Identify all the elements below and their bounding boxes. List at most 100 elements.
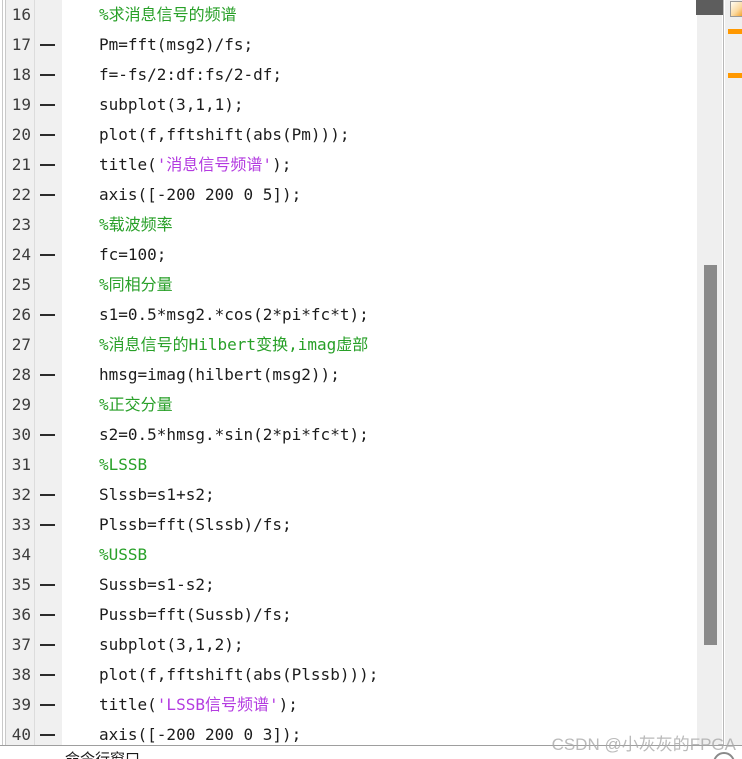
execution-dash[interactable] bbox=[40, 584, 55, 586]
breakpoint-column[interactable] bbox=[34, 180, 62, 210]
breakpoint-column[interactable] bbox=[34, 270, 62, 300]
breakpoint-column[interactable] bbox=[34, 120, 62, 150]
code-text[interactable]: plot(f,fftshift(abs(Plssb))); bbox=[62, 660, 697, 690]
code-text[interactable]: %LSSB bbox=[62, 450, 697, 480]
code-line[interactable]: 31 %LSSB bbox=[6, 450, 697, 480]
message-indicator-box[interactable] bbox=[730, 1, 742, 17]
code-line[interactable]: 21 title('消息信号频谱'); bbox=[6, 150, 697, 180]
code-line[interactable]: 20 plot(f,fftshift(abs(Pm))); bbox=[6, 120, 697, 150]
breakpoint-column[interactable] bbox=[34, 450, 62, 480]
code-line[interactable]: 37 subplot(3,1,2); bbox=[6, 630, 697, 660]
code-line[interactable]: 36 Pussb=fft(Sussb)/fs; bbox=[6, 600, 697, 630]
code-text[interactable]: Plssb=fft(Slssb)/fs; bbox=[62, 510, 697, 540]
code-line[interactable]: 33 Plssb=fft(Slssb)/fs; bbox=[6, 510, 697, 540]
code-text[interactable]: s1=0.5*msg2.*cos(2*pi*fc*t); bbox=[62, 300, 697, 330]
message-indicator-column[interactable] bbox=[725, 0, 742, 745]
code-text[interactable]: %同相分量 bbox=[62, 270, 697, 300]
code-line[interactable]: 34 %USSB bbox=[6, 540, 697, 570]
code-line[interactable]: 40 axis([-200 200 0 3]); bbox=[6, 720, 697, 746]
breakpoint-column[interactable] bbox=[34, 390, 62, 420]
execution-dash[interactable] bbox=[40, 164, 55, 166]
warning-marker[interactable] bbox=[728, 73, 742, 78]
warning-marker[interactable] bbox=[728, 29, 742, 34]
code-text[interactable]: subplot(3,1,1); bbox=[62, 90, 697, 120]
code-line[interactable]: 24 fc=100; bbox=[6, 240, 697, 270]
execution-dash[interactable] bbox=[40, 44, 55, 46]
breakpoint-column[interactable] bbox=[34, 510, 62, 540]
code-text[interactable]: s2=0.5*hmsg.*sin(2*pi*fc*t); bbox=[62, 420, 697, 450]
code-line[interactable]: 32 Slssb=s1+s2; bbox=[6, 480, 697, 510]
code-line[interactable]: 28 hmsg=imag(hilbert(msg2)); bbox=[6, 360, 697, 390]
vertical-scrollbar-thumb[interactable] bbox=[704, 265, 717, 645]
breakpoint-column[interactable] bbox=[34, 240, 62, 270]
code-text[interactable]: %载波频率 bbox=[62, 210, 697, 240]
execution-dash[interactable] bbox=[40, 314, 55, 316]
code-text[interactable]: %USSB bbox=[62, 540, 697, 570]
breakpoint-column[interactable] bbox=[34, 30, 62, 60]
breakpoint-column[interactable] bbox=[34, 360, 62, 390]
code-text[interactable]: title('消息信号频谱'); bbox=[62, 150, 697, 180]
execution-dash[interactable] bbox=[40, 74, 55, 76]
command-window-titlebar[interactable]: 命令行窗口 bbox=[0, 745, 742, 759]
code-text[interactable]: axis([-200 200 0 5]); bbox=[62, 180, 697, 210]
code-line[interactable]: 17 Pm=fft(msg2)/fs; bbox=[6, 30, 697, 60]
breakpoint-column[interactable] bbox=[34, 660, 62, 690]
execution-dash[interactable] bbox=[40, 134, 55, 136]
code-text[interactable]: subplot(3,1,2); bbox=[62, 630, 697, 660]
code-text[interactable]: Pm=fft(msg2)/fs; bbox=[62, 30, 697, 60]
execution-dash[interactable] bbox=[40, 644, 55, 646]
code-text[interactable]: %求消息信号的频谱 bbox=[62, 0, 697, 30]
code-text[interactable]: Slssb=s1+s2; bbox=[62, 480, 697, 510]
breakpoint-column[interactable] bbox=[34, 150, 62, 180]
code-text[interactable]: %消息信号的Hilbert变换,imag虚部 bbox=[62, 330, 697, 360]
breakpoint-column[interactable] bbox=[34, 300, 62, 330]
code-line[interactable]: 38 plot(f,fftshift(abs(Plssb))); bbox=[6, 660, 697, 690]
code-text[interactable]: plot(f,fftshift(abs(Pm))); bbox=[62, 120, 697, 150]
execution-dash[interactable] bbox=[40, 674, 55, 676]
code-text[interactable]: %正交分量 bbox=[62, 390, 697, 420]
execution-dash[interactable] bbox=[40, 494, 55, 496]
execution-dash[interactable] bbox=[40, 734, 55, 736]
execution-dash[interactable] bbox=[40, 614, 55, 616]
breakpoint-column[interactable] bbox=[34, 0, 62, 30]
execution-dash[interactable] bbox=[40, 434, 55, 436]
code-line[interactable]: 19 subplot(3,1,1); bbox=[6, 90, 697, 120]
breakpoint-column[interactable] bbox=[34, 540, 62, 570]
breakpoint-column[interactable] bbox=[34, 90, 62, 120]
code-line[interactable]: 22 axis([-200 200 0 5]); bbox=[6, 180, 697, 210]
code-line[interactable]: 29 %正交分量 bbox=[6, 390, 697, 420]
breakpoint-column[interactable] bbox=[34, 420, 62, 450]
code-text[interactable]: Sussb=s1-s2; bbox=[62, 570, 697, 600]
execution-dash[interactable] bbox=[40, 524, 55, 526]
breakpoint-column[interactable] bbox=[34, 630, 62, 660]
breakpoint-column[interactable] bbox=[34, 210, 62, 240]
code-text[interactable]: fc=100; bbox=[62, 240, 697, 270]
code-line[interactable]: 25 %同相分量 bbox=[6, 270, 697, 300]
breakpoint-column[interactable] bbox=[34, 720, 62, 746]
code-text[interactable]: hmsg=imag(hilbert(msg2)); bbox=[62, 360, 697, 390]
code-text[interactable]: Pussb=fft(Sussb)/fs; bbox=[62, 600, 697, 630]
breakpoint-column[interactable] bbox=[34, 570, 62, 600]
code-text[interactable]: f=-fs/2:df:fs/2-df; bbox=[62, 60, 697, 90]
code-text[interactable]: axis([-200 200 0 3]); bbox=[62, 720, 697, 746]
code-line[interactable]: 30 s2=0.5*hmsg.*sin(2*pi*fc*t); bbox=[6, 420, 697, 450]
code-text[interactable]: title('LSSB信号频谱'); bbox=[62, 690, 697, 720]
code-lines[interactable]: 16 %求消息信号的频谱 17 Pm=fft(msg2)/fs; 18 f=-fs/2:d… bbox=[6, 0, 697, 746]
code-line[interactable]: 39 title('LSSB信号频谱'); bbox=[6, 690, 697, 720]
execution-dash[interactable] bbox=[40, 194, 55, 196]
breakpoint-column[interactable] bbox=[34, 60, 62, 90]
breakpoint-column[interactable] bbox=[34, 600, 62, 630]
code-line[interactable]: 23 %载波频率 bbox=[6, 210, 697, 240]
code-line[interactable]: 27 %消息信号的Hilbert变换,imag虚部 bbox=[6, 330, 697, 360]
execution-dash[interactable] bbox=[40, 374, 55, 376]
breakpoint-column[interactable] bbox=[34, 690, 62, 720]
code-line[interactable]: 35 Sussb=s1-s2; bbox=[6, 570, 697, 600]
breakpoint-column[interactable] bbox=[34, 330, 62, 360]
execution-dash[interactable] bbox=[40, 104, 55, 106]
execution-dash[interactable] bbox=[40, 704, 55, 706]
code-line[interactable]: 16 %求消息信号的频谱 bbox=[6, 0, 697, 30]
execution-dash[interactable] bbox=[40, 254, 55, 256]
code-line[interactable]: 26 s1=0.5*msg2.*cos(2*pi*fc*t); bbox=[6, 300, 697, 330]
code-line[interactable]: 18 f=-fs/2:df:fs/2-df; bbox=[6, 60, 697, 90]
breakpoint-column[interactable] bbox=[34, 480, 62, 510]
